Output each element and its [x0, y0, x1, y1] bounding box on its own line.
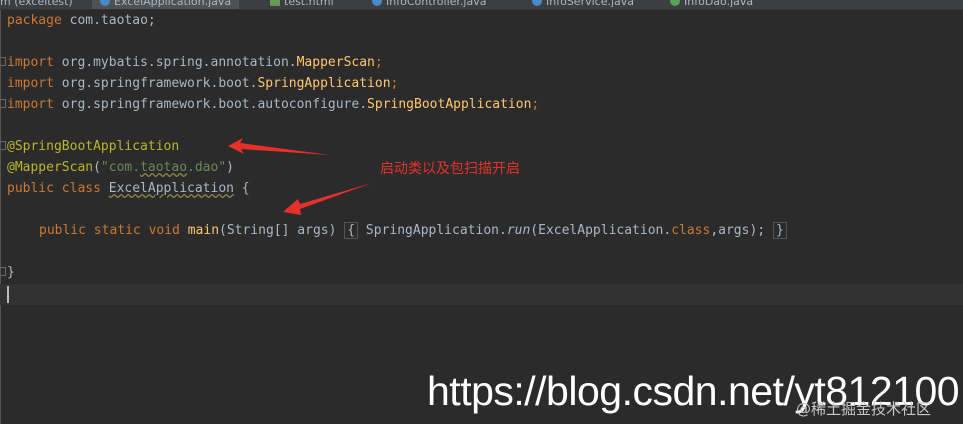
arrow-to-springbootapplication	[228, 138, 330, 155]
juejin-watermark: @稀土掘金技术社区	[796, 400, 932, 418]
arrow-to-main-method	[283, 183, 372, 215]
annotation-note: 启动类以及包扫描开启	[380, 161, 520, 177]
annotation-arrows	[228, 138, 372, 215]
